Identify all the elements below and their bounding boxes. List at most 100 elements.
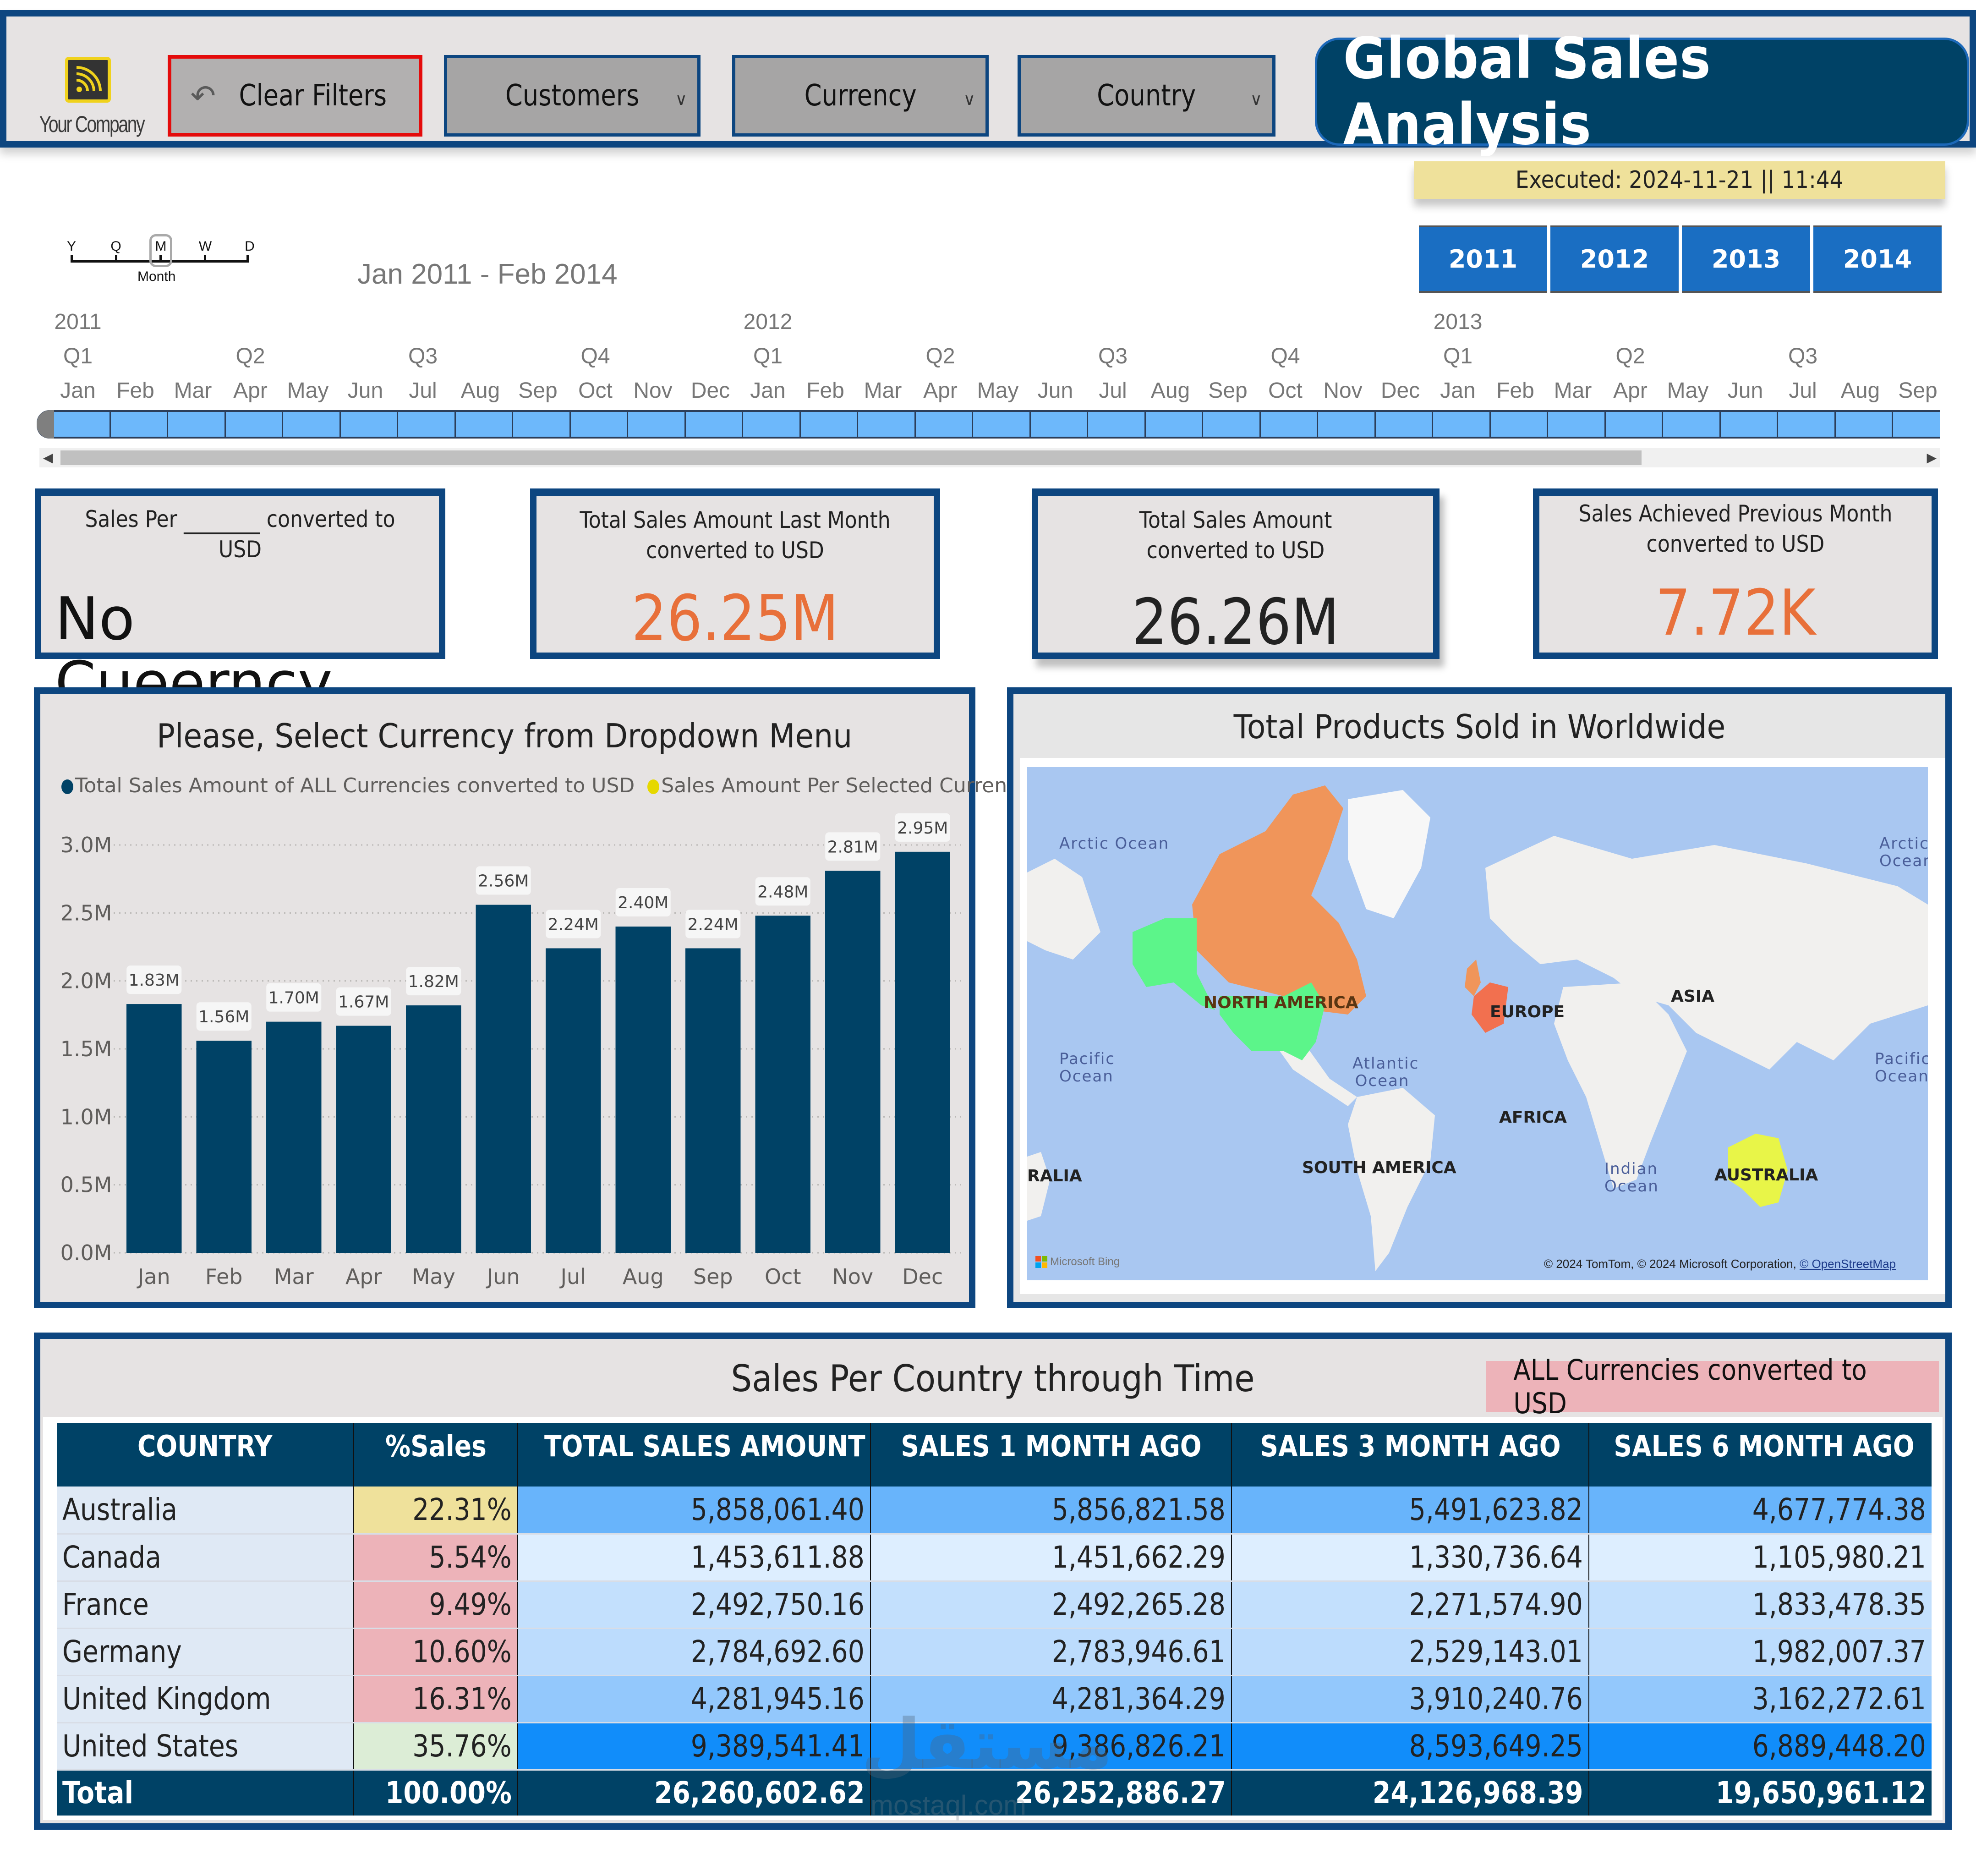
timeline-month-cell[interactable] bbox=[972, 412, 974, 437]
table-total-row[interactable]: Total 100.00% 26,260,602.62 26,252,886.27 24… bbox=[57, 1770, 1932, 1816]
y-tick-label: 2.5M bbox=[60, 900, 112, 925]
year-button-2011[interactable]: 2011 bbox=[1419, 225, 1547, 293]
table-row[interactable]: Canada 5.54% 1,453,611.88 1,451,662.29 1,330… bbox=[57, 1534, 1932, 1582]
world-map[interactable]: Arctic Ocean Arctic Ocean Pacific Ocean … bbox=[1027, 767, 1928, 1280]
year-button-2014[interactable]: 2014 bbox=[1813, 225, 1942, 293]
bar-apr[interactable] bbox=[336, 1026, 391, 1253]
timeline-months: Jan Feb Mar Apr May Jun Jul Aug Sep Oct Nov Dec Jan F… bbox=[0, 378, 1976, 406]
column-header-country[interactable]: COUNTRY bbox=[57, 1423, 354, 1487]
currency-blank-line bbox=[183, 512, 260, 534]
timeline-month-cell[interactable] bbox=[1374, 412, 1376, 437]
data-label: 2.40M bbox=[618, 894, 668, 912]
openstreetmap-link[interactable]: © OpenStreetMap bbox=[1800, 1257, 1896, 1271]
table-row[interactable]: France 9.49% 2,492,750.16 2,492,265.28 2,271… bbox=[57, 1581, 1932, 1629]
table-row[interactable]: United States 35.76% 9,389,541.41 9,386,826… bbox=[57, 1722, 1932, 1771]
timeline-month-cell[interactable] bbox=[799, 412, 801, 437]
timeline-quarter-label: Q4 bbox=[1270, 344, 1300, 368]
bar-feb[interactable] bbox=[196, 1041, 252, 1253]
timeline-month-cell[interactable] bbox=[569, 412, 571, 437]
timeline-month-label: Jun bbox=[1727, 378, 1763, 403]
column-header-pct-sales[interactable]: %Sales bbox=[353, 1423, 518, 1487]
timeline-month-cell[interactable] bbox=[1489, 412, 1491, 437]
granularity-selector[interactable]: Y Q M W D Month bbox=[64, 231, 257, 286]
timeline-range-bar[interactable] bbox=[37, 410, 1940, 439]
bar-jul[interactable] bbox=[546, 948, 601, 1253]
clear-filters-button[interactable]: ↶ Clear Filters bbox=[168, 55, 422, 137]
bar-may[interactable] bbox=[406, 1005, 461, 1253]
timeline-month-cell[interactable] bbox=[109, 412, 111, 437]
scroll-left-icon[interactable]: ◀ bbox=[43, 450, 53, 465]
timeline-quarter-label: Q3 bbox=[1098, 344, 1128, 368]
scroll-right-icon[interactable]: ▶ bbox=[1927, 450, 1937, 465]
customers-dropdown[interactable]: Customers ∨ bbox=[444, 55, 701, 137]
column-header-sales-1-month[interactable]: SALES 1 MONTH AGO bbox=[870, 1423, 1232, 1487]
bar-jan[interactable] bbox=[126, 1004, 182, 1253]
timeline-month-cell[interactable] bbox=[1604, 412, 1606, 437]
timeline-quarter-label: Q1 bbox=[1443, 344, 1473, 368]
table-title-text: Sales Per Country through Time bbox=[731, 1357, 1255, 1400]
granularity-quarter[interactable]: Q bbox=[110, 239, 121, 254]
granularity-day[interactable]: D bbox=[245, 239, 255, 254]
land-asia-europe bbox=[1485, 836, 1928, 1070]
timeline-month-cell[interactable] bbox=[1547, 412, 1549, 437]
timeline-month-label: Apr bbox=[233, 378, 268, 403]
timeline-scrollbar[interactable]: ◀ ▶ bbox=[39, 448, 1940, 467]
ocean-label: Arctic Ocean bbox=[1879, 834, 1928, 870]
bar-sep[interactable] bbox=[685, 948, 741, 1253]
currency-dropdown[interactable]: Currency ∨ bbox=[732, 55, 989, 137]
timeline-month-cell[interactable] bbox=[1259, 412, 1261, 437]
timeline-month-label: Feb bbox=[1496, 378, 1534, 403]
timeline-month-cell[interactable] bbox=[1662, 412, 1664, 437]
bar-aug[interactable] bbox=[615, 927, 671, 1253]
timeline-month-label: Dec bbox=[1380, 378, 1420, 403]
y-tick-label: 2.0M bbox=[60, 969, 112, 993]
timeline-month-cell[interactable] bbox=[1777, 412, 1779, 437]
timeline-month-cell[interactable] bbox=[684, 412, 686, 437]
timeline-month-cell[interactable] bbox=[1317, 412, 1319, 437]
table-row[interactable]: Germany 10.60% 2,784,692.60 2,783,946.61 2,5… bbox=[57, 1628, 1932, 1676]
timeline-month-cell[interactable] bbox=[1892, 412, 1894, 437]
granularity-selected-handle[interactable] bbox=[149, 234, 172, 267]
timeline-month-cell[interactable] bbox=[627, 412, 629, 437]
cell-total: 26,260,602.62 bbox=[517, 1770, 870, 1816]
column-header-sales-6-month[interactable]: SALES 6 MONTH AGO bbox=[1588, 1423, 1932, 1487]
timeline-month-cell[interactable] bbox=[282, 412, 284, 437]
timeline-month-cell[interactable] bbox=[167, 412, 169, 437]
timeline-month-label: Jan bbox=[1440, 378, 1476, 403]
country-dropdown[interactable]: Country ∨ bbox=[1018, 55, 1275, 137]
table-row[interactable]: Australia 22.31% 5,858,061.40 5,856,821.58 5… bbox=[57, 1487, 1932, 1535]
timeline-month-cell[interactable] bbox=[1432, 412, 1434, 437]
timeline-month-cell[interactable] bbox=[339, 412, 341, 437]
year-button-2013[interactable]: 2013 bbox=[1682, 225, 1810, 293]
timeline-month-cell[interactable] bbox=[512, 412, 514, 437]
timeline-month-cell[interactable] bbox=[454, 412, 456, 437]
timeline-month-cell[interactable] bbox=[1087, 412, 1089, 437]
timeline-month-cell[interactable] bbox=[1144, 412, 1146, 437]
timeline-month-cell[interactable] bbox=[1029, 412, 1031, 437]
timeline-quarters: Q1 Q2 Q3 Q4 Q1 Q2 Q3 Q4 Q1 Q2 Q3 bbox=[0, 344, 1976, 371]
timeline-month-cell[interactable] bbox=[397, 412, 399, 437]
table-row[interactable]: United Kingdom 16.31% 4,281,945.16 4,281,36… bbox=[57, 1675, 1932, 1723]
column-header-sales-3-month[interactable]: SALES 3 MONTH AGO bbox=[1231, 1423, 1589, 1487]
bar-jun[interactable] bbox=[476, 905, 531, 1253]
bar-oct[interactable] bbox=[755, 916, 810, 1253]
timeline-month-cell[interactable] bbox=[857, 412, 859, 437]
map-attribution: © 2024 TomTom, © 2024 Microsoft Corporat… bbox=[1544, 1257, 1896, 1271]
timeline-month-cell[interactable] bbox=[1834, 412, 1836, 437]
timeline-scroll-thumb[interactable] bbox=[60, 450, 1642, 465]
cell-pct: 16.31% bbox=[353, 1675, 518, 1723]
timeline-month-cell[interactable] bbox=[224, 412, 226, 437]
timeline-month-cell[interactable] bbox=[1202, 412, 1204, 437]
year-button-2012[interactable]: 2012 bbox=[1550, 225, 1679, 293]
timeline-month-label: Feb bbox=[116, 378, 154, 403]
bar-dec[interactable] bbox=[895, 851, 950, 1253]
timeline-month-cell[interactable] bbox=[1719, 412, 1721, 437]
granularity-year[interactable]: Y bbox=[67, 239, 76, 254]
bar-nov[interactable] bbox=[825, 871, 881, 1253]
column-header-total-sales[interactable]: TOTAL SALES AMOUNT bbox=[517, 1423, 870, 1487]
timeline-month-cell[interactable] bbox=[914, 412, 916, 437]
timeline-month-cell[interactable] bbox=[742, 412, 744, 437]
granularity-week[interactable]: W bbox=[199, 239, 212, 254]
bar-mar[interactable] bbox=[266, 1021, 322, 1253]
x-tick-label: Jan bbox=[137, 1264, 170, 1289]
